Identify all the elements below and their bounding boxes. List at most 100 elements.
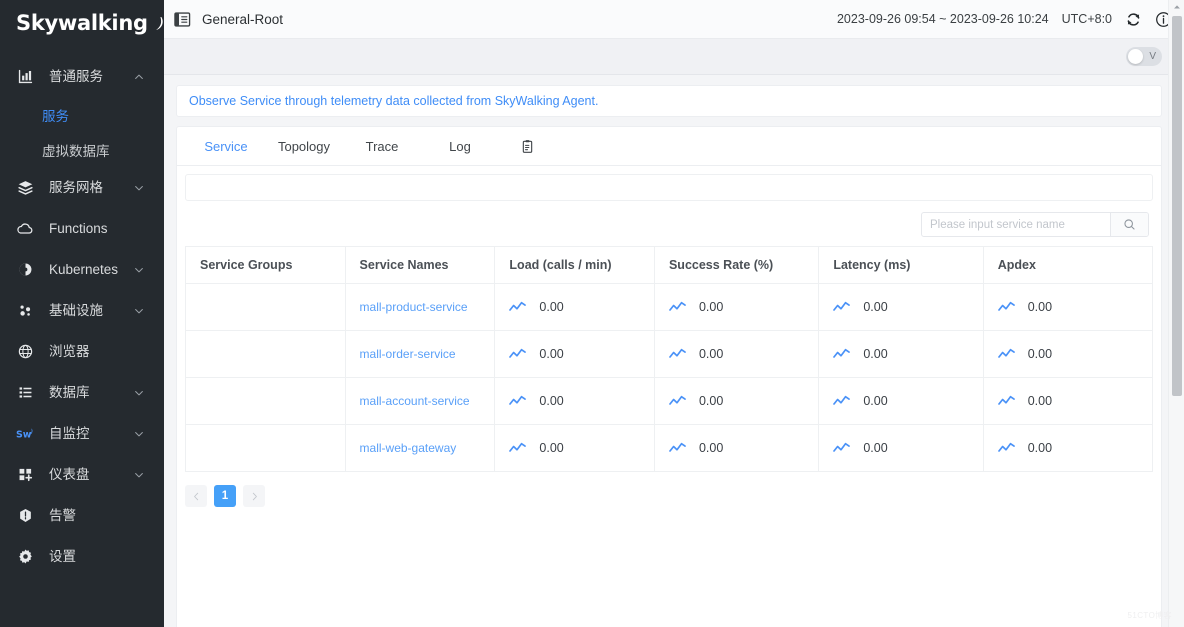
card-tail-space: [177, 507, 1161, 627]
notice-banner: Observe Service through telemetry data c…: [176, 85, 1162, 117]
sidebar-item-label: 自监控: [49, 425, 90, 441]
table-row[interactable]: mall-web-gateway 0.00 0.00 0.00 0.00: [185, 424, 1154, 472]
search-input[interactable]: [922, 213, 1110, 236]
search-row: [177, 201, 1161, 246]
vertical-scrollbar[interactable]: [1168, 0, 1184, 627]
metric-value: 0.00: [539, 347, 564, 361]
sparkline-icon[interactable]: [833, 394, 851, 408]
filter-pane: [185, 174, 1153, 201]
chevron-up-icon[interactable]: [130, 68, 148, 86]
globe-icon: [14, 342, 36, 362]
metric-value: 0.00: [1027, 441, 1053, 455]
tab-bar: Service Topology Trace Log: [177, 127, 1161, 166]
sidebar-item-alarm[interactable]: 告警: [0, 495, 164, 536]
service-link[interactable]: mall-web-gateway: [360, 441, 457, 455]
sidebar-item-browser[interactable]: 浏览器: [0, 331, 164, 372]
sidebar-item-label: 设置: [49, 548, 76, 564]
chevron-down-icon[interactable]: [130, 261, 148, 279]
nav-chevron-placeholder: [130, 343, 148, 361]
app-logo-text: Skywalking: [16, 11, 148, 35]
table-row[interactable]: mall-product-service 0.00 0.00 0.00 0.00: [185, 283, 1154, 331]
column-header-apdex: Apdex: [982, 246, 1154, 284]
search-button[interactable]: [1110, 213, 1148, 236]
breadcrumb[interactable]: General-Root: [202, 12, 283, 27]
app-logo[interactable]: Skywalking: [0, 0, 164, 46]
chevron-down-icon[interactable]: [130, 302, 148, 320]
sparkline-icon[interactable]: [997, 441, 1015, 455]
chevron-down-icon[interactable]: [130, 179, 148, 197]
scroll-up-arrow-icon[interactable]: [1169, 0, 1184, 14]
sidebar-item-label: Kubernetes: [49, 261, 119, 277]
view-toggle[interactable]: V: [1126, 47, 1162, 66]
panel-collapse-icon[interactable]: [174, 11, 191, 28]
sparkline-icon[interactable]: [509, 300, 527, 314]
cell-service-group: [185, 330, 346, 378]
sparkline-icon[interactable]: [669, 300, 686, 314]
time-range-picker[interactable]: 2023-09-26 09:54 ~ 2023-09-26 10:24: [837, 12, 1049, 26]
service-link[interactable]: mall-order-service: [360, 347, 456, 361]
scrollbar-thumb[interactable]: [1172, 16, 1182, 396]
sidebar-item-kubernetes[interactable]: Kubernetes: [0, 249, 164, 290]
chevron-down-icon[interactable]: [130, 425, 148, 443]
metric-value: 0.00: [539, 300, 564, 314]
search-box[interactable]: [921, 212, 1149, 237]
moon-icon: [149, 16, 164, 31]
sidebar-item-dashboard[interactable]: 仪表盘: [0, 454, 164, 495]
sidebar-item-settings[interactable]: 设置: [0, 536, 164, 577]
sidebar-subitem-virtual-database[interactable]: 虚拟数据库: [0, 132, 164, 167]
tab-trace[interactable]: Trace: [343, 140, 421, 153]
sidebar-item-database[interactable]: 数据库: [0, 372, 164, 413]
chevron-down-icon[interactable]: [130, 384, 148, 402]
sparkline-icon[interactable]: [509, 441, 527, 455]
nav-chevron-placeholder: [130, 220, 148, 238]
app-root: Skywalking 普通服务 服务 虚拟数据库 服务网格 Functions …: [0, 0, 1184, 627]
sparkline-icon[interactable]: [669, 441, 686, 455]
tab-topology[interactable]: Topology: [265, 140, 343, 153]
metric-value: 0.00: [698, 394, 724, 408]
table-row[interactable]: mall-account-service 0.00 0.00 0.00 0.00: [185, 377, 1154, 425]
sparkline-icon[interactable]: [833, 347, 851, 361]
sparkline-icon[interactable]: [669, 394, 686, 408]
cell-service-group: [185, 283, 346, 331]
sidebar-item-infrastructure[interactable]: 基础设施: [0, 290, 164, 331]
pagination-prev[interactable]: [185, 485, 207, 507]
clipboard-icon[interactable]: [499, 139, 555, 154]
sparkline-icon[interactable]: [997, 347, 1015, 361]
sparkline-icon[interactable]: [509, 394, 527, 408]
table-header-row: Service Groups Service Names Load (calls…: [185, 246, 1154, 284]
column-header-success-rate: Success Rate (%): [653, 246, 820, 284]
service-link[interactable]: mall-product-service: [360, 300, 468, 314]
chevron-down-icon[interactable]: [130, 466, 148, 484]
sparkline-icon[interactable]: [669, 347, 686, 361]
sidebar-item-label: 浏览器: [49, 343, 90, 359]
sparkline-icon[interactable]: [833, 300, 851, 314]
metric-value: 0.00: [863, 347, 888, 361]
cloud-icon: [14, 219, 36, 239]
sidebar-item-functions[interactable]: Functions: [0, 208, 164, 249]
sparkline-icon[interactable]: [997, 300, 1015, 314]
table-row[interactable]: mall-order-service 0.00 0.00 0.00 0.00: [185, 330, 1154, 378]
table-body: mall-product-service 0.00 0.00 0.00 0.00…: [185, 283, 1154, 472]
cell-success-rate: 0.00: [653, 424, 820, 472]
cell-apdex: 0.00: [982, 377, 1154, 425]
refresh-icon[interactable]: [1125, 11, 1142, 28]
cell-latency: 0.00: [818, 283, 984, 331]
metric-value: 0.00: [863, 441, 888, 455]
sparkline-icon[interactable]: [509, 347, 527, 361]
notice-text: Observe Service through telemetry data c…: [189, 94, 599, 108]
sparkline-icon[interactable]: [997, 394, 1015, 408]
sidebar-subitem-label: 服务: [42, 108, 69, 124]
sidebar-subitem-service[interactable]: 服务: [0, 97, 164, 132]
cell-service-name: mall-product-service: [344, 283, 496, 331]
sparkline-icon[interactable]: [833, 441, 851, 455]
sidebar-item-service-mesh[interactable]: 服务网格: [0, 167, 164, 208]
tab-log[interactable]: Log: [421, 140, 499, 153]
metric-value: 0.00: [698, 441, 724, 455]
sidebar-item-label: 仪表盘: [49, 466, 90, 482]
pagination-page-1[interactable]: 1: [214, 485, 236, 507]
sidebar-item-self-observability[interactable]: Sw 自监控: [0, 413, 164, 454]
service-link[interactable]: mall-account-service: [360, 394, 470, 408]
sidebar-item-general-service[interactable]: 普通服务: [0, 56, 164, 97]
pagination-next[interactable]: [243, 485, 265, 507]
tab-service[interactable]: Service: [187, 140, 265, 153]
